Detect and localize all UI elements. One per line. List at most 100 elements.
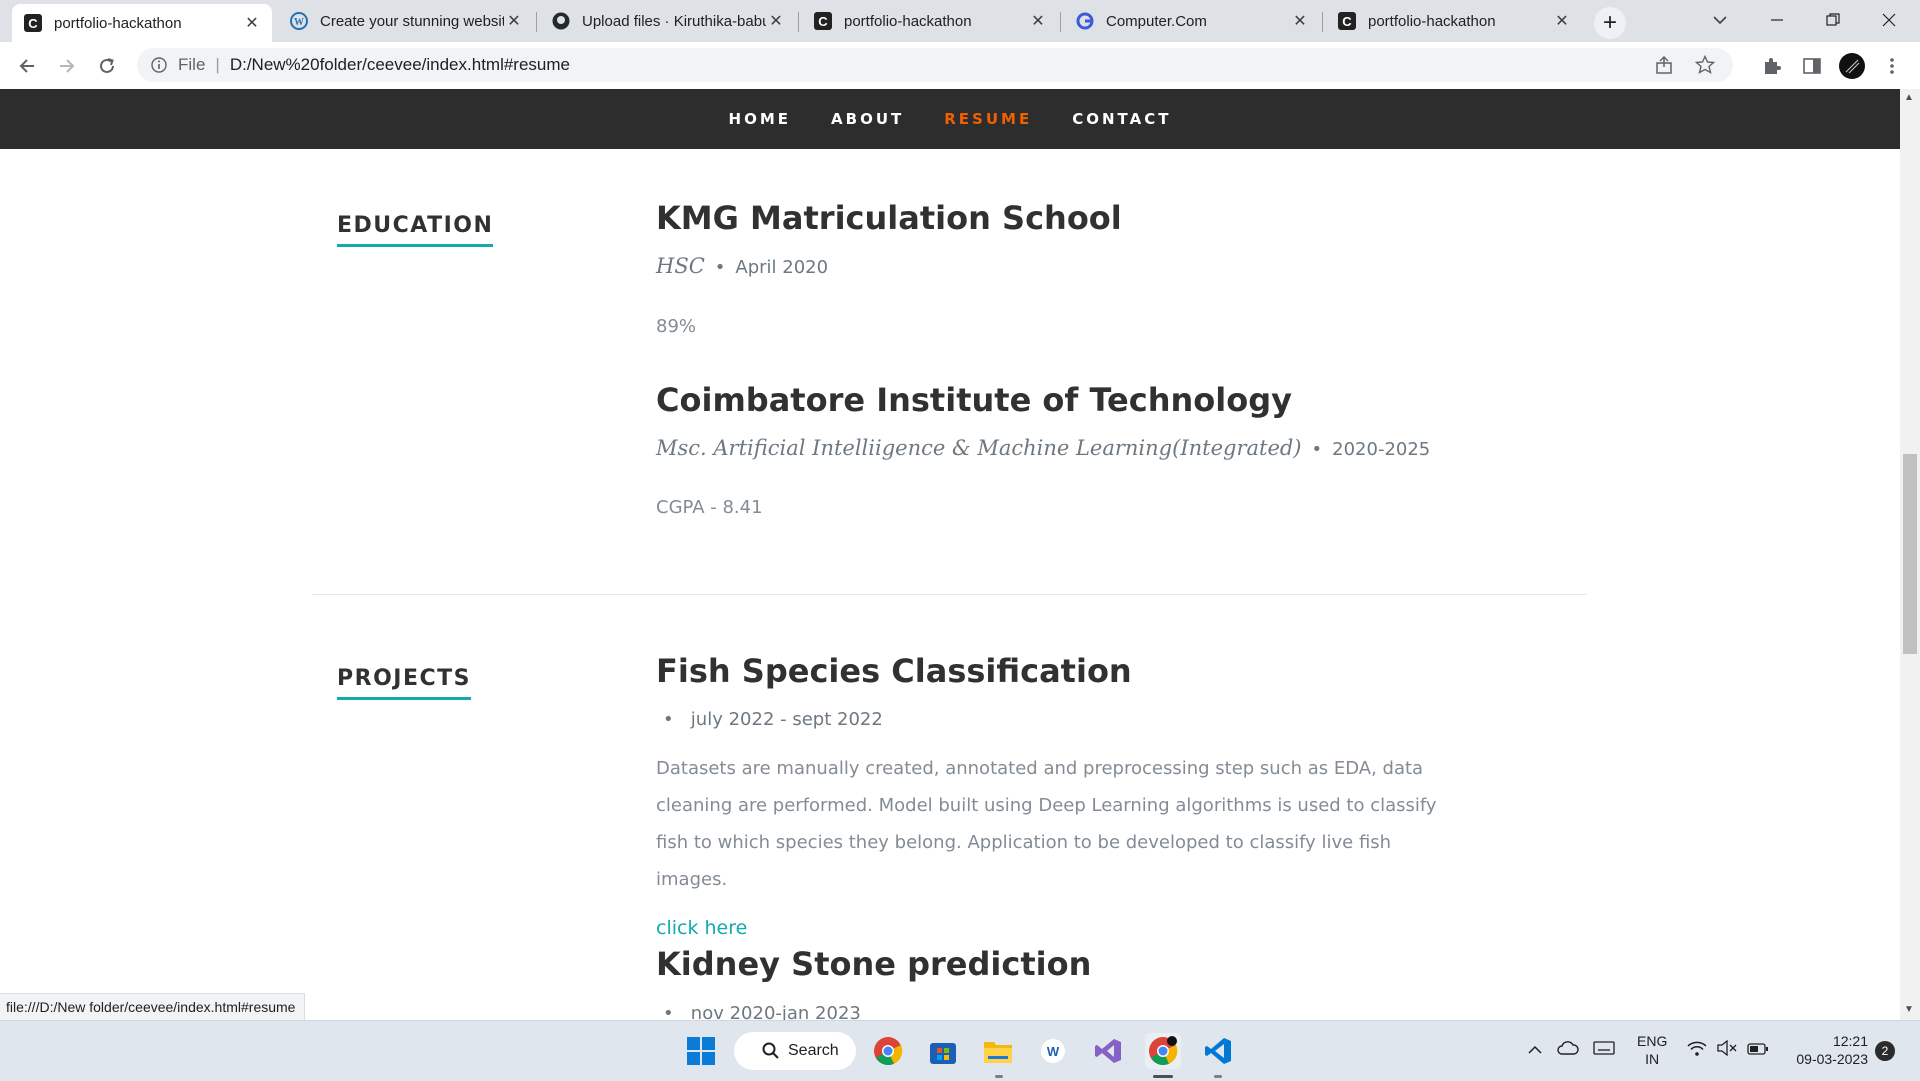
open-app-indicator xyxy=(995,1075,1003,1078)
active-app-indicator xyxy=(1153,1075,1173,1078)
tray-chevron-up-icon[interactable] xyxy=(1527,1042,1543,1060)
tab-portfolio-hackathon-active[interactable]: C portfolio-hackathon ✕ xyxy=(12,4,272,42)
degree: Msc. Artificial Intelliigence & Machine … xyxy=(656,436,1302,460)
notification-badge[interactable]: 2 xyxy=(1875,1041,1895,1061)
side-panel-button[interactable] xyxy=(1796,50,1828,82)
c-logo-icon: C xyxy=(814,12,832,30)
nav-home[interactable]: HOME xyxy=(729,110,791,128)
onedrive-cloud-icon[interactable] xyxy=(1557,1041,1579,1060)
language-indicator[interactable]: ENG IN xyxy=(1637,1032,1667,1068)
svg-text:W: W xyxy=(294,17,304,28)
education-detail: 89% xyxy=(656,316,697,337)
new-tab-button[interactable]: + xyxy=(1594,7,1626,39)
tab-portfolio-hackathon-3[interactable]: C portfolio-hackathon ✕ xyxy=(1326,4,1582,38)
scrollbar-thumb[interactable] xyxy=(1903,454,1917,654)
profile-button[interactable] xyxy=(1836,50,1868,82)
tab-computer-com[interactable]: Computer.Com ✕ xyxy=(1064,4,1320,38)
arrow-right-icon xyxy=(60,59,75,73)
bookmark-star-icon[interactable] xyxy=(1694,54,1716,80)
date: 2020-2025 xyxy=(1332,439,1431,460)
keyboard-icon[interactable] xyxy=(1593,1041,1615,1060)
tab-title: portfolio-hackathon xyxy=(54,14,182,32)
tab-close-icon[interactable]: ✕ xyxy=(1028,11,1048,31)
tab-portfolio-hackathon-2[interactable]: C portfolio-hackathon ✕ xyxy=(802,4,1058,38)
project-date: • july 2022 - sept 2022 xyxy=(663,709,883,730)
address-bar[interactable]: File | D:/New%20folder/ceevee/index.html… xyxy=(137,48,1733,82)
start-button[interactable] xyxy=(683,1033,719,1069)
date: 09-03-2023 xyxy=(1796,1051,1868,1067)
minimize-button[interactable] xyxy=(1762,6,1792,34)
tab-close-icon[interactable]: ✕ xyxy=(1552,11,1572,31)
forward-button[interactable] xyxy=(51,50,83,82)
time: 12:21 xyxy=(1832,1033,1868,1049)
vscode-taskbar-icon[interactable] xyxy=(1200,1033,1236,1069)
tab-search-button[interactable] xyxy=(1708,8,1732,32)
reload-icon xyxy=(100,58,114,73)
nav-resume[interactable]: RESUME xyxy=(944,110,1032,128)
tab-close-icon[interactable]: ✕ xyxy=(766,11,786,31)
visual-studio-taskbar-icon[interactable] xyxy=(1090,1033,1126,1069)
browser-toolbar: File | D:/New%20folder/ceevee/index.html… xyxy=(0,42,1920,90)
puzzle-icon xyxy=(1765,58,1781,74)
kebab-menu-icon xyxy=(1890,58,1894,74)
status-url: file:///D:/New folder/ceevee/index.html#… xyxy=(6,999,296,1015)
scheme-label: File xyxy=(178,55,206,74)
info-icon[interactable] xyxy=(150,56,168,74)
tab-separator xyxy=(536,12,537,32)
side-panel-icon xyxy=(1803,58,1821,74)
chrome-taskbar-icon[interactable] xyxy=(870,1033,906,1069)
page-scrollbar[interactable]: ▲ ▼ xyxy=(1900,89,1920,1020)
webpage-viewport: HOME ABOUT RESUME CONTACT EDUCATION KMG … xyxy=(0,89,1900,1020)
tab-close-icon[interactable]: ✕ xyxy=(1290,11,1310,31)
scroll-down-arrow-icon[interactable]: ▼ xyxy=(1904,1004,1914,1015)
bullet-separator: • xyxy=(714,257,726,278)
tab-separator xyxy=(1322,12,1323,32)
share-icon[interactable] xyxy=(1655,55,1675,80)
battery-icon[interactable] xyxy=(1747,1042,1769,1060)
tab-github[interactable]: Upload files · Kiruthika-babu ✕ xyxy=(540,4,796,38)
project-link[interactable]: click here xyxy=(656,917,747,939)
education-heading: EDUCATION xyxy=(337,213,494,247)
url-text: D:/New%20folder/ceevee/index.html#resume xyxy=(229,55,570,74)
store-taskbar-icon[interactable] xyxy=(925,1033,961,1069)
project-description: Datasets are manually created, annotated… xyxy=(656,758,1437,890)
lang-code: ENG xyxy=(1637,1033,1668,1049)
tab-close-icon[interactable]: ✕ xyxy=(504,11,524,31)
reload-button[interactable] xyxy=(91,50,123,82)
nav-about[interactable]: ABOUT xyxy=(831,110,904,128)
clock[interactable]: 12:21 09-03-2023 xyxy=(1788,1032,1868,1068)
project-title: Kidney Stone prediction xyxy=(656,945,1092,983)
plus-icon: + xyxy=(1602,9,1617,36)
open-app-indicator xyxy=(1214,1075,1222,1078)
project-title: Fish Species Classification xyxy=(656,652,1132,690)
site-nav: HOME ABOUT RESUME CONTACT xyxy=(0,89,1900,149)
tab-wordpress[interactable]: W Create your stunning website ✕ xyxy=(278,4,534,38)
menu-button[interactable] xyxy=(1876,50,1908,82)
restore-icon xyxy=(1826,13,1840,26)
chevron-down-icon xyxy=(1713,16,1727,25)
arrow-left-icon xyxy=(19,59,34,73)
back-button[interactable] xyxy=(11,50,43,82)
avatar xyxy=(1839,53,1865,79)
word-taskbar-icon[interactable]: W xyxy=(1035,1033,1071,1069)
github-icon xyxy=(552,12,570,30)
restore-button[interactable] xyxy=(1818,6,1848,34)
school-name: Coimbatore Institute of Technology xyxy=(656,381,1292,419)
degree: HSC xyxy=(656,254,705,278)
svg-text:C: C xyxy=(818,14,828,29)
taskbar-search[interactable]: Search xyxy=(734,1032,856,1070)
extensions-button[interactable] xyxy=(1756,50,1788,82)
nav-contact[interactable]: CONTACT xyxy=(1072,110,1171,128)
windows-logo-icon xyxy=(687,1037,715,1065)
search-icon xyxy=(762,1042,779,1059)
tab-close-icon[interactable]: ✕ xyxy=(242,13,262,33)
volume-muted-icon[interactable] xyxy=(1717,1039,1737,1061)
wordpress-icon: W xyxy=(290,12,308,30)
close-window-button[interactable] xyxy=(1874,6,1904,34)
tab-separator xyxy=(798,12,799,32)
wifi-icon[interactable] xyxy=(1687,1040,1707,1061)
file-explorer-taskbar-icon[interactable] xyxy=(980,1033,1016,1069)
chrome-active-taskbar-icon[interactable] xyxy=(1145,1033,1181,1069)
scroll-up-arrow-icon[interactable]: ▲ xyxy=(1904,92,1914,103)
svg-text:C: C xyxy=(28,16,38,31)
